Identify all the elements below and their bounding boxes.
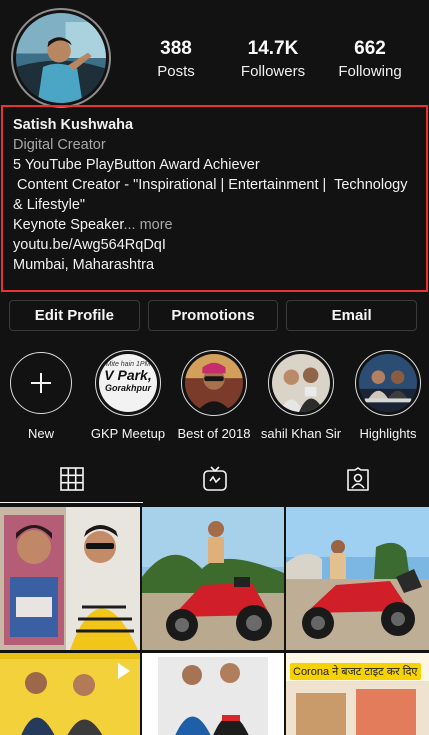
post-thumbnail[interactable]: [286, 507, 429, 650]
post-thumbnail[interactable]: [142, 507, 284, 650]
new-highlight-circle: [10, 352, 72, 414]
highlight-cover-ring: [181, 350, 247, 416]
highlight-label: Highlights: [359, 426, 417, 441]
highlight-best-of-2018[interactable]: Best of 2018: [170, 350, 258, 441]
igtv-icon: [202, 466, 227, 491]
bio-line-3: & Lifestyle": [13, 197, 86, 213]
following-label: Following: [338, 63, 402, 80]
post-thumbnail[interactable]: Corona ने बजट टाइट कर दिए: [286, 653, 429, 735]
highlight-cover-ring: Mite hain 1PM V Park, Gorakhpur: [95, 350, 161, 416]
profile-avatar[interactable]: [11, 8, 111, 108]
profile-name: Satish Kushwaha: [13, 117, 134, 133]
posts-stat[interactable]: 388 Posts: [128, 38, 224, 81]
bio-more-link[interactable]: ... more: [123, 217, 172, 233]
posts-count: 388: [160, 38, 192, 59]
posts-label: Posts: [157, 63, 195, 80]
post-thumbnail[interactable]: [0, 653, 140, 735]
highlight-cover-ring: [268, 350, 334, 416]
profile-tabs: [0, 455, 429, 503]
profile-stats: 388 Posts 14.7K Followers 662 Following: [128, 38, 418, 81]
bio-link[interactable]: youtu.be/Awg564RqDqI: [13, 235, 416, 255]
promotions-button[interactable]: Promotions: [147, 300, 279, 331]
profile-header: 388 Posts 14.7K Followers 662 Following: [0, 0, 429, 108]
followers-stat[interactable]: 14.7K Followers: [225, 38, 321, 81]
grid-icon: [59, 467, 84, 491]
highlight-cover: [272, 354, 330, 412]
highlight-cover: [359, 354, 417, 412]
highlight-cover-ring: [355, 350, 421, 416]
tab-grid[interactable]: [0, 455, 143, 503]
highlight-cover: [185, 354, 243, 412]
highlight-label: sahil Khan Sir: [260, 426, 342, 441]
bio-line-4: Keynote Speaker... more: [13, 215, 416, 235]
profile-actions: Edit Profile Promotions Email: [9, 300, 418, 331]
highlight-cover-top: Mite hain 1PM: [105, 361, 151, 368]
highlight-cover-text: V Park,: [104, 367, 152, 383]
highlight-cover-sub: Gorakhpur: [104, 383, 151, 393]
email-button[interactable]: Email: [286, 300, 418, 331]
posts-grid: Corona ने बजट टाइट कर दिए: [0, 507, 429, 735]
highlight-new[interactable]: New: [0, 350, 85, 441]
followers-count: 14.7K: [247, 38, 299, 59]
highlight-cover: Mite hain 1PM V Park, Gorakhpur: [99, 354, 157, 412]
post-thumbnail[interactable]: [142, 653, 284, 735]
bio-line-2: Content Creator - "Inspirational | Enter…: [13, 177, 408, 193]
bio-line-1: 5 YouTube PlayButton Award Achiever: [13, 157, 260, 173]
bio-keynote: Keynote Speaker: [13, 217, 124, 233]
tagged-icon: [346, 467, 369, 491]
post-thumbnail[interactable]: [0, 507, 140, 650]
bio-location[interactable]: Mumbai, Maharashtra: [13, 255, 416, 275]
bio-section: Satish Kushwaha Digital Creator 5 YouTub…: [1, 105, 428, 292]
following-stat[interactable]: 662 Following: [322, 38, 418, 81]
tab-tagged[interactable]: [286, 455, 429, 503]
highlight-gkp-meetup[interactable]: Mite hain 1PM V Park, Gorakhpur GKP Meet…: [84, 350, 172, 441]
avatar-photo: [16, 13, 106, 103]
highlight-label: Best of 2018: [177, 426, 251, 441]
highlight-highlights[interactable]: Highlights: [344, 350, 429, 441]
story-highlights: New Mite hain 1PM V Park, Gorakhpur GKP …: [0, 350, 429, 441]
followers-label: Followers: [240, 63, 306, 80]
highlight-sahil-khan-sir[interactable]: sahil Khan Sir: [257, 350, 345, 441]
edit-profile-button[interactable]: Edit Profile: [9, 300, 140, 331]
plus-icon: [31, 373, 51, 393]
following-count: 662: [354, 38, 386, 59]
highlight-label: GKP Meetup: [90, 426, 166, 441]
post-caption-overlay: Corona ने बजट टाइट कर दिए: [290, 663, 421, 680]
profile-category: Digital Creator: [13, 137, 106, 153]
tab-igtv[interactable]: [143, 455, 286, 503]
highlight-label: New: [27, 426, 54, 441]
